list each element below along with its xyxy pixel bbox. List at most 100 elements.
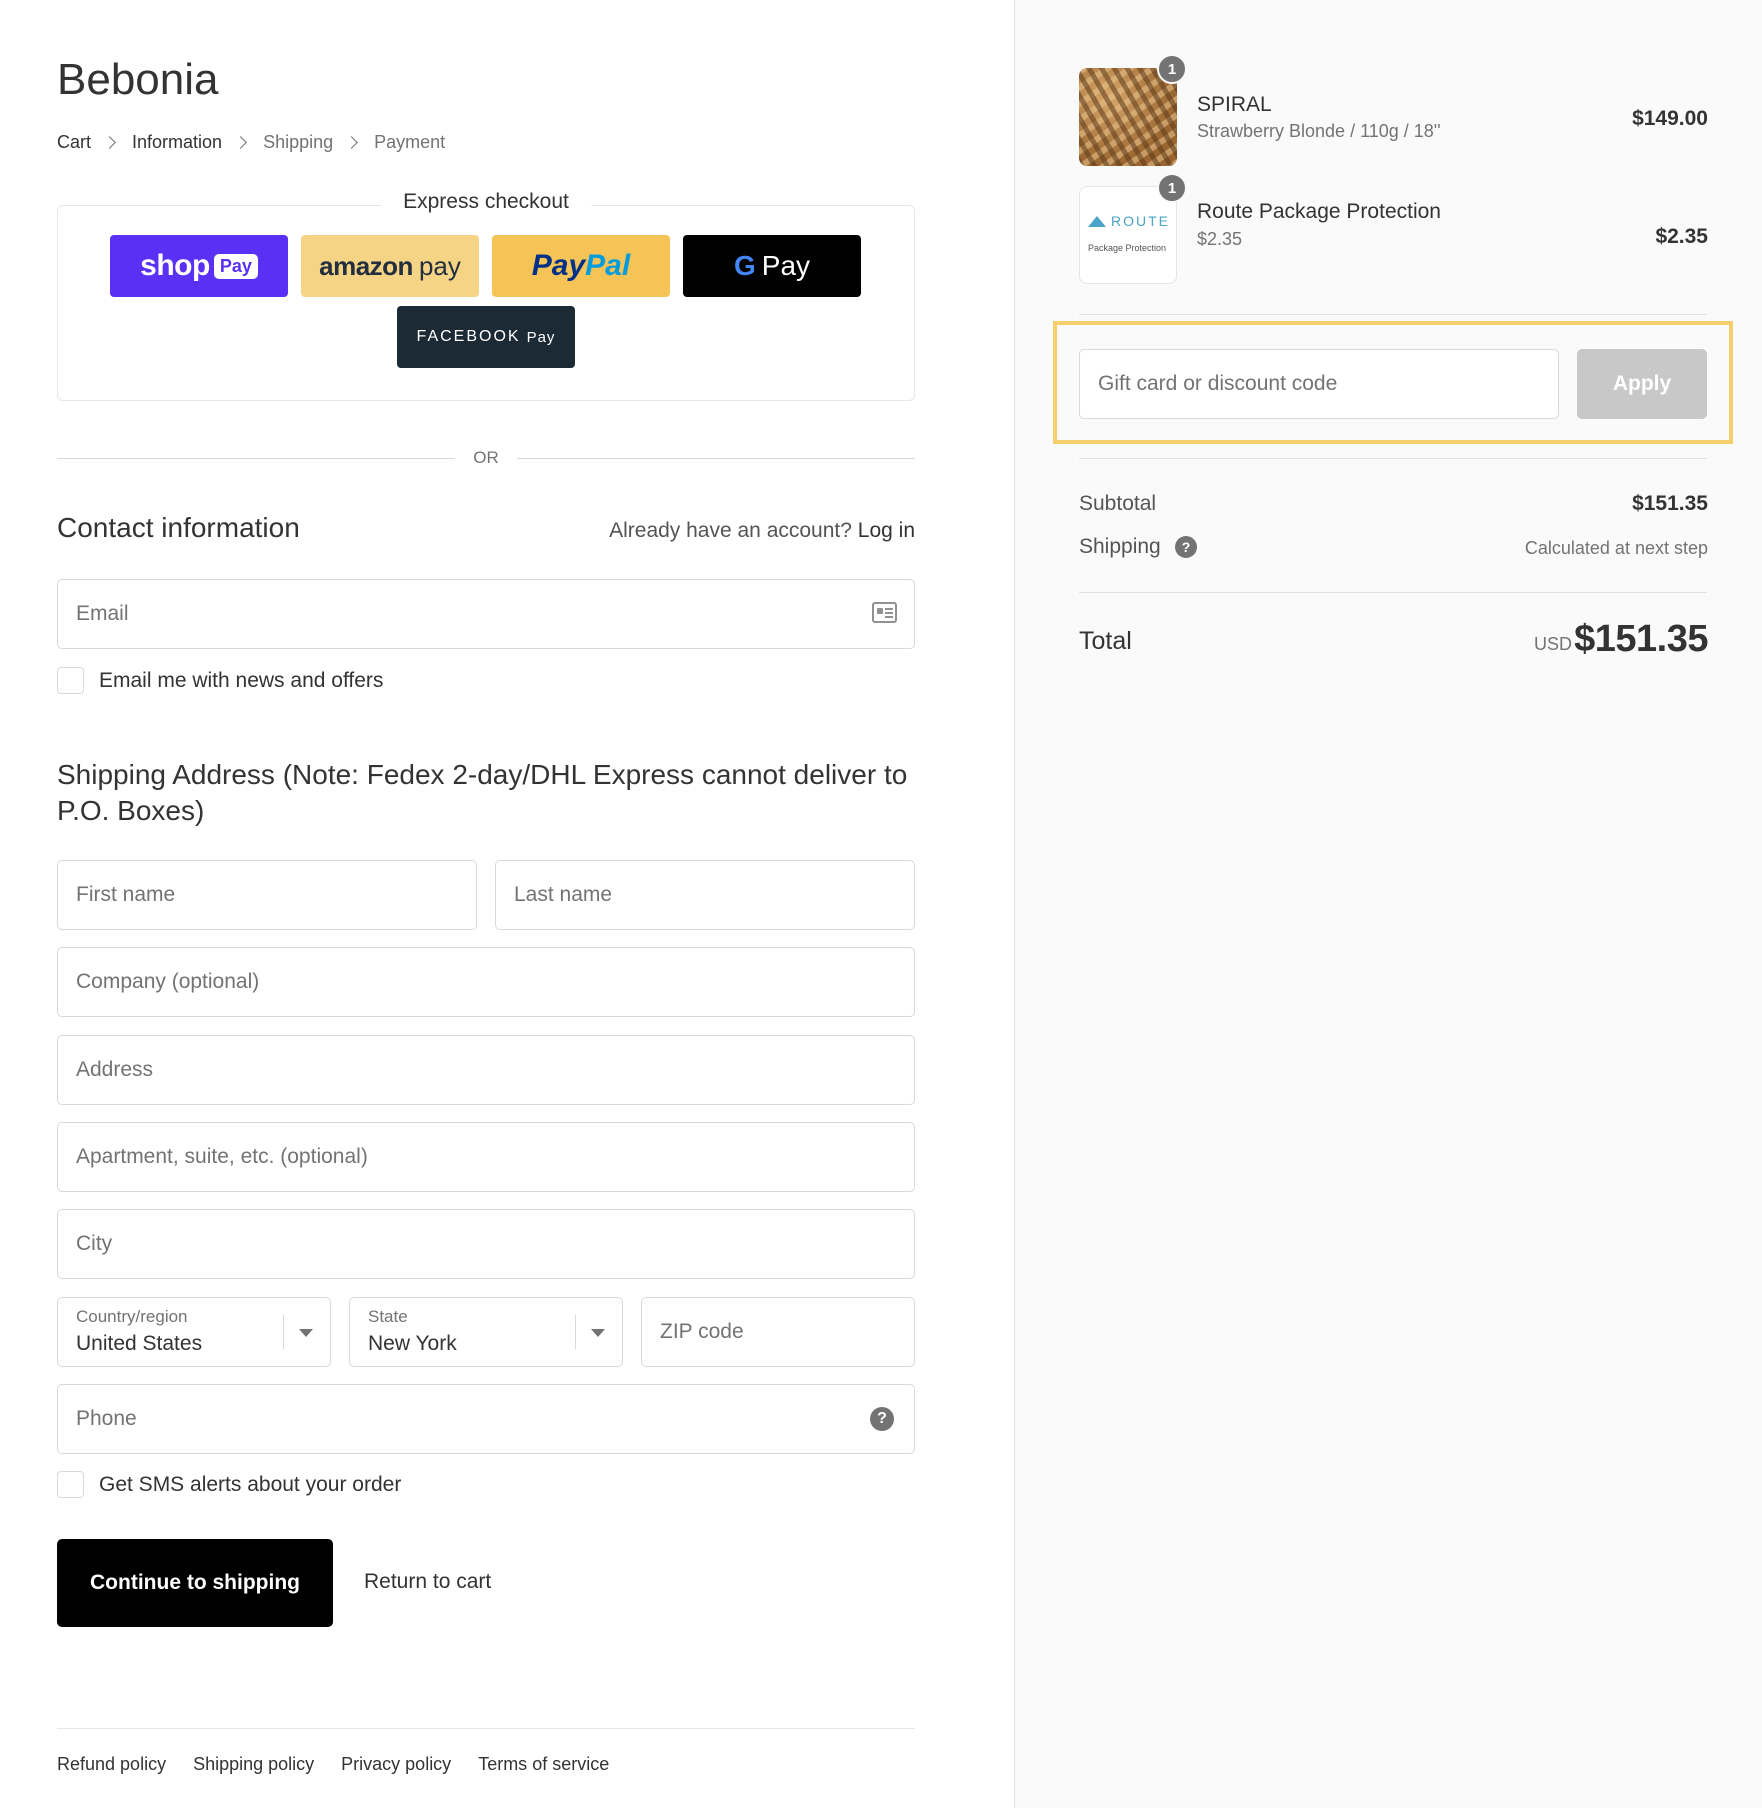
or-label: OR bbox=[473, 448, 499, 467]
city-field[interactable] bbox=[57, 1209, 915, 1279]
phone-field[interactable]: ? bbox=[57, 1384, 915, 1454]
city-input[interactable] bbox=[58, 1210, 914, 1278]
shop-pay-badge: Pay bbox=[213, 253, 258, 279]
item-name: Route Package Protection bbox=[1197, 200, 1441, 223]
state-value: New York bbox=[368, 1332, 457, 1355]
footer-divider bbox=[57, 1728, 915, 1729]
email-input[interactable] bbox=[58, 580, 914, 648]
chevron-right-icon bbox=[345, 136, 358, 149]
google-g-icon: G bbox=[733, 250, 756, 281]
login-link[interactable]: Log in bbox=[858, 519, 915, 542]
store-name[interactable]: Bebonia bbox=[57, 55, 218, 105]
shop-pay-wordmark: shop bbox=[140, 249, 210, 282]
total-value: $151.35 bbox=[1574, 618, 1708, 660]
first-name-field[interactable] bbox=[57, 860, 477, 930]
discount-code-input[interactable] bbox=[1080, 350, 1558, 418]
breadcrumb: Cart Information Shipping Payment bbox=[57, 132, 445, 153]
address-input[interactable] bbox=[58, 1036, 914, 1104]
shipping-value: Calculated at next step bbox=[1524, 538, 1708, 558]
country-select[interactable]: Country/region United States bbox=[57, 1297, 331, 1367]
breadcrumb-information: Information bbox=[132, 132, 223, 152]
quantity-badge: 1 bbox=[1157, 173, 1187, 203]
contact-card-icon[interactable] bbox=[872, 602, 897, 623]
item-variant: $2.35 bbox=[1197, 229, 1243, 249]
summary-divider bbox=[1079, 458, 1707, 459]
caret-down-icon bbox=[591, 1329, 605, 1337]
state-select[interactable]: State New York bbox=[349, 1297, 623, 1367]
news-checkbox[interactable] bbox=[57, 667, 84, 694]
first-name-input[interactable] bbox=[58, 861, 476, 929]
email-field[interactable] bbox=[57, 579, 915, 649]
divider-line bbox=[57, 457, 456, 459]
state-label: State bbox=[368, 1307, 408, 1326]
last-name-input[interactable] bbox=[496, 861, 914, 929]
shop-pay-button[interactable]: shop Pay bbox=[110, 235, 288, 297]
apartment-input[interactable] bbox=[58, 1123, 914, 1191]
continue-to-shipping-button[interactable]: Continue to shipping bbox=[57, 1539, 333, 1627]
shipping-policy-link[interactable]: Shipping policy bbox=[193, 1754, 314, 1775]
shipping-address-title: Shipping Address (Note: Fedex 2-day/DHL … bbox=[57, 759, 908, 826]
question-circle-icon[interactable]: ? bbox=[1175, 536, 1197, 558]
breadcrumb-shipping: Shipping bbox=[263, 132, 334, 152]
subtotal-label: Subtotal bbox=[1079, 492, 1157, 515]
amazon-pay-brand: amazon bbox=[319, 250, 413, 281]
apartment-field[interactable] bbox=[57, 1122, 915, 1192]
summary-divider bbox=[1079, 314, 1707, 315]
route-logo-subtext: Package Protection bbox=[1088, 243, 1167, 253]
company-field[interactable] bbox=[57, 947, 915, 1017]
facebook-pay-brand: FACEBOOK bbox=[416, 328, 521, 345]
discount-highlight: Apply bbox=[1053, 321, 1733, 444]
google-pay-button[interactable]: G Pay bbox=[683, 235, 861, 297]
caret-down-icon bbox=[299, 1329, 313, 1337]
route-logo: ROUTE bbox=[1088, 213, 1170, 229]
summary-divider bbox=[1079, 592, 1707, 593]
company-input[interactable] bbox=[58, 948, 914, 1016]
divider-line bbox=[516, 457, 915, 459]
order-summary: 1 SPIRAL Strawberry Blonde / 110g / 18''… bbox=[1014, 0, 1762, 1808]
question-circle-icon[interactable]: ? bbox=[870, 1407, 894, 1431]
terms-of-service-link[interactable]: Terms of service bbox=[478, 1754, 609, 1775]
privacy-policy-link[interactable]: Privacy policy bbox=[341, 1754, 451, 1775]
sms-checkbox-row[interactable]: Get SMS alerts about your order bbox=[57, 1471, 401, 1498]
address-field[interactable] bbox=[57, 1035, 915, 1105]
amazon-pay-button[interactable]: amazon pay bbox=[301, 235, 479, 297]
google-pay-label: Pay bbox=[761, 250, 811, 281]
shipping-label: Shipping bbox=[1079, 535, 1161, 558]
apply-button[interactable]: Apply bbox=[1577, 349, 1707, 419]
country-value: United States bbox=[76, 1332, 203, 1355]
refund-policy-link[interactable]: Refund policy bbox=[57, 1754, 166, 1775]
or-divider: OR bbox=[57, 446, 915, 470]
zip-input[interactable] bbox=[642, 1298, 914, 1366]
currency-code: USD bbox=[1533, 634, 1572, 654]
phone-input[interactable] bbox=[58, 1385, 914, 1453]
item-price: $149.00 bbox=[1632, 107, 1708, 130]
checkout-main: Bebonia Cart Information Shipping Paymen… bbox=[0, 0, 1014, 1808]
chevron-right-icon bbox=[234, 136, 247, 149]
subtotal-value: $151.35 bbox=[1632, 492, 1708, 515]
last-name-field[interactable] bbox=[495, 860, 915, 930]
total-label: Total bbox=[1079, 627, 1132, 655]
express-checkout-title: Express checkout bbox=[381, 190, 591, 214]
zip-field[interactable] bbox=[641, 1297, 915, 1367]
login-prompt: Already have an account? Log in bbox=[609, 519, 915, 543]
route-logo-text: ROUTE bbox=[1111, 213, 1170, 229]
sms-checkbox[interactable] bbox=[57, 1471, 84, 1498]
breadcrumb-cart[interactable]: Cart bbox=[57, 132, 91, 153]
discount-code-field[interactable] bbox=[1079, 349, 1559, 419]
return-to-cart-link[interactable]: Return to cart bbox=[364, 1570, 491, 1594]
route-logo-image: ROUTE Package Protection bbox=[1079, 186, 1177, 284]
country-label: Country/region bbox=[76, 1307, 188, 1326]
facebook-pay-button[interactable]: FACEBOOK Pay bbox=[397, 306, 575, 368]
product-image-spiral bbox=[1079, 68, 1177, 166]
news-checkbox-label: Email me with news and offers bbox=[99, 668, 384, 692]
sms-checkbox-label: Get SMS alerts about your order bbox=[99, 1472, 402, 1496]
chevron-right-icon bbox=[103, 136, 116, 149]
account-prompt: Already have an account? bbox=[609, 519, 852, 542]
paypal-wordmark-pay: Pay bbox=[531, 249, 586, 282]
select-separator bbox=[283, 1315, 284, 1349]
contact-information-title: Contact information bbox=[57, 512, 300, 543]
paypal-button[interactable]: Pay Pal bbox=[492, 235, 670, 297]
facebook-pay-suffix: Pay bbox=[526, 328, 556, 346]
news-checkbox-row[interactable]: Email me with news and offers bbox=[57, 667, 383, 694]
item-variant: Strawberry Blonde / 110g / 18'' bbox=[1197, 121, 1441, 141]
